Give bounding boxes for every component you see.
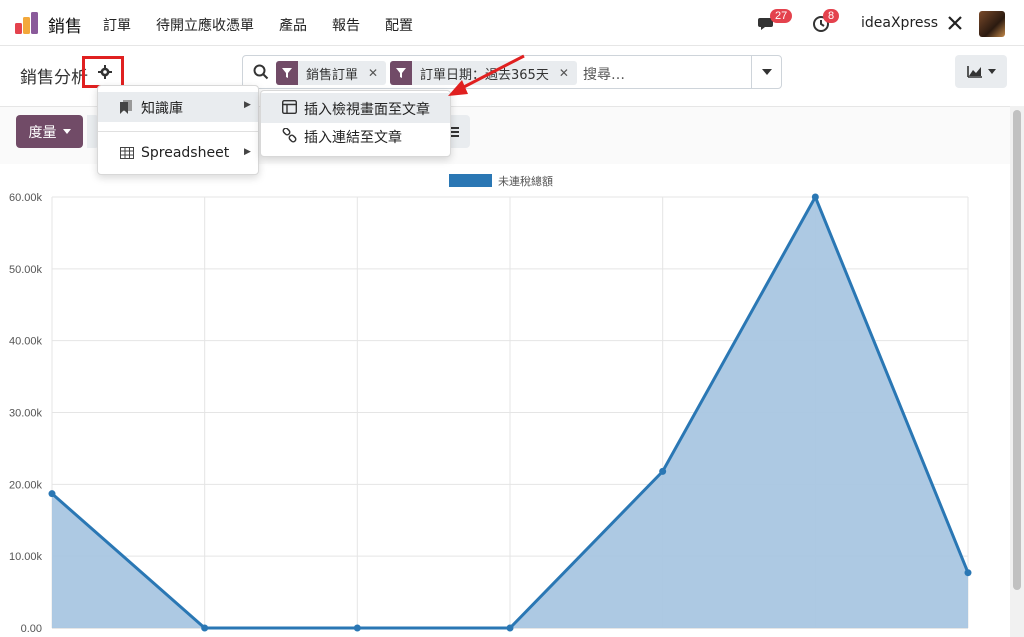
chart-container: 0.00 10.00k 20.00k 30.00k 40.00k 50.00k 60.00k… (0, 164, 1010, 637)
filter-icon (276, 61, 298, 85)
menu-item-knowledge[interactable]: 知識庫 ▶ (98, 92, 258, 122)
menu-item-orders[interactable]: 訂單 (103, 15, 131, 35)
annotation-arrow (448, 54, 525, 96)
sales-app-icon[interactable] (14, 11, 40, 35)
menu-item-reporting[interactable]: 報告 (332, 15, 360, 35)
company-name[interactable]: ideaXpress (861, 15, 938, 31)
measures-button[interactable]: 度量 (16, 115, 83, 148)
gear-icon[interactable] (98, 65, 112, 79)
gear-dropdown-menu: 知識庫 ▶ Spreadsheet ▶ (97, 85, 259, 175)
app-name[interactable]: 銷售 (48, 12, 82, 37)
caret-right-icon: ▶ (244, 100, 251, 110)
activities-badge: 8 (823, 9, 840, 23)
data-point (659, 467, 667, 475)
menu-item-spreadsheet[interactable]: Spreadsheet ▶ (98, 139, 258, 169)
vertical-scrollbar[interactable] (1010, 106, 1024, 637)
data-point (353, 624, 361, 632)
window-icon (282, 100, 297, 114)
knowledge-submenu: 插入檢視畫面至文章 插入連結至文章 (260, 90, 451, 157)
menu-item-label: Spreadsheet (141, 145, 230, 161)
data-point (811, 193, 819, 201)
graph-view: 度量 0.00 10.00k 20.00k 30.00k 40.00k 50.00k 60.… (0, 106, 1010, 637)
data-point (48, 490, 56, 498)
menu-item-label: 插入連結至文章 (304, 130, 402, 146)
y-tick-label: 50.00k (9, 264, 43, 276)
view-switcher-button[interactable] (955, 55, 1007, 88)
legend-swatch (449, 174, 492, 187)
caret-down-icon (761, 69, 772, 75)
menu-item-to-invoice[interactable]: 待開立應收憑單 (156, 15, 254, 35)
data-point (201, 624, 209, 632)
menu-item-insert-view[interactable]: 插入檢視畫面至文章 (261, 93, 450, 123)
facet-close-icon[interactable]: ✕ (555, 66, 577, 80)
data-point (506, 624, 514, 632)
link-icon (282, 128, 297, 143)
y-tick-label: 20.00k (9, 479, 43, 491)
search-input[interactable]: 搜尋… (583, 64, 625, 84)
area-chart: 0.00 10.00k 20.00k 30.00k 40.00k 50.00k 60.00k… (9, 174, 972, 635)
facet-label: 銷售訂單 (306, 67, 359, 83)
tools-icon[interactable] (947, 15, 963, 31)
measures-label: 度量 (28, 124, 57, 141)
messages-badge: 27 (770, 9, 793, 23)
main-menu: 訂單 待開立應收憑單 產品 報告 配置 (103, 15, 438, 35)
search-icon[interactable] (253, 64, 269, 80)
gear-highlight-box (82, 56, 124, 88)
menu-item-insert-link[interactable]: 插入連結至文章 (261, 121, 450, 151)
y-tick-label: 60.00k (9, 192, 43, 204)
y-tick-label: 0.00 (21, 623, 42, 635)
user-avatar[interactable] (979, 11, 1005, 37)
search-facet-sales-orders: 銷售訂單 ✕ (276, 61, 387, 85)
bookmark-icon (120, 100, 132, 114)
caret-right-icon: ▶ (244, 147, 251, 157)
legend-label: 未連稅總額 (498, 174, 553, 188)
y-tick-label: 40.00k (9, 336, 43, 348)
menu-item-configuration[interactable]: 配置 (385, 15, 413, 35)
table-icon (120, 147, 134, 159)
caret-down-icon (987, 69, 996, 74)
menu-item-label: 知識庫 (141, 101, 183, 117)
scrollbar-thumb[interactable] (1013, 110, 1021, 590)
menu-divider (98, 131, 258, 132)
facet-close-icon[interactable]: ✕ (364, 66, 386, 80)
y-tick-label: 30.00k (9, 408, 43, 420)
y-tick-label: 10.00k (9, 551, 43, 563)
filter-icon (390, 61, 412, 85)
menu-item-products[interactable]: 產品 (279, 15, 307, 35)
top-navbar: 銷售 訂單 待開立應收憑單 產品 報告 配置 27 8 ideaXpress (0, 0, 1024, 46)
data-point (964, 569, 972, 577)
menu-item-label: 插入檢視畫面至文章 (304, 102, 430, 118)
search-options-toggle[interactable] (751, 56, 781, 88)
page-title: 銷售分析 (20, 68, 88, 88)
area-chart-icon (966, 66, 982, 78)
caret-down-icon (62, 129, 71, 134)
